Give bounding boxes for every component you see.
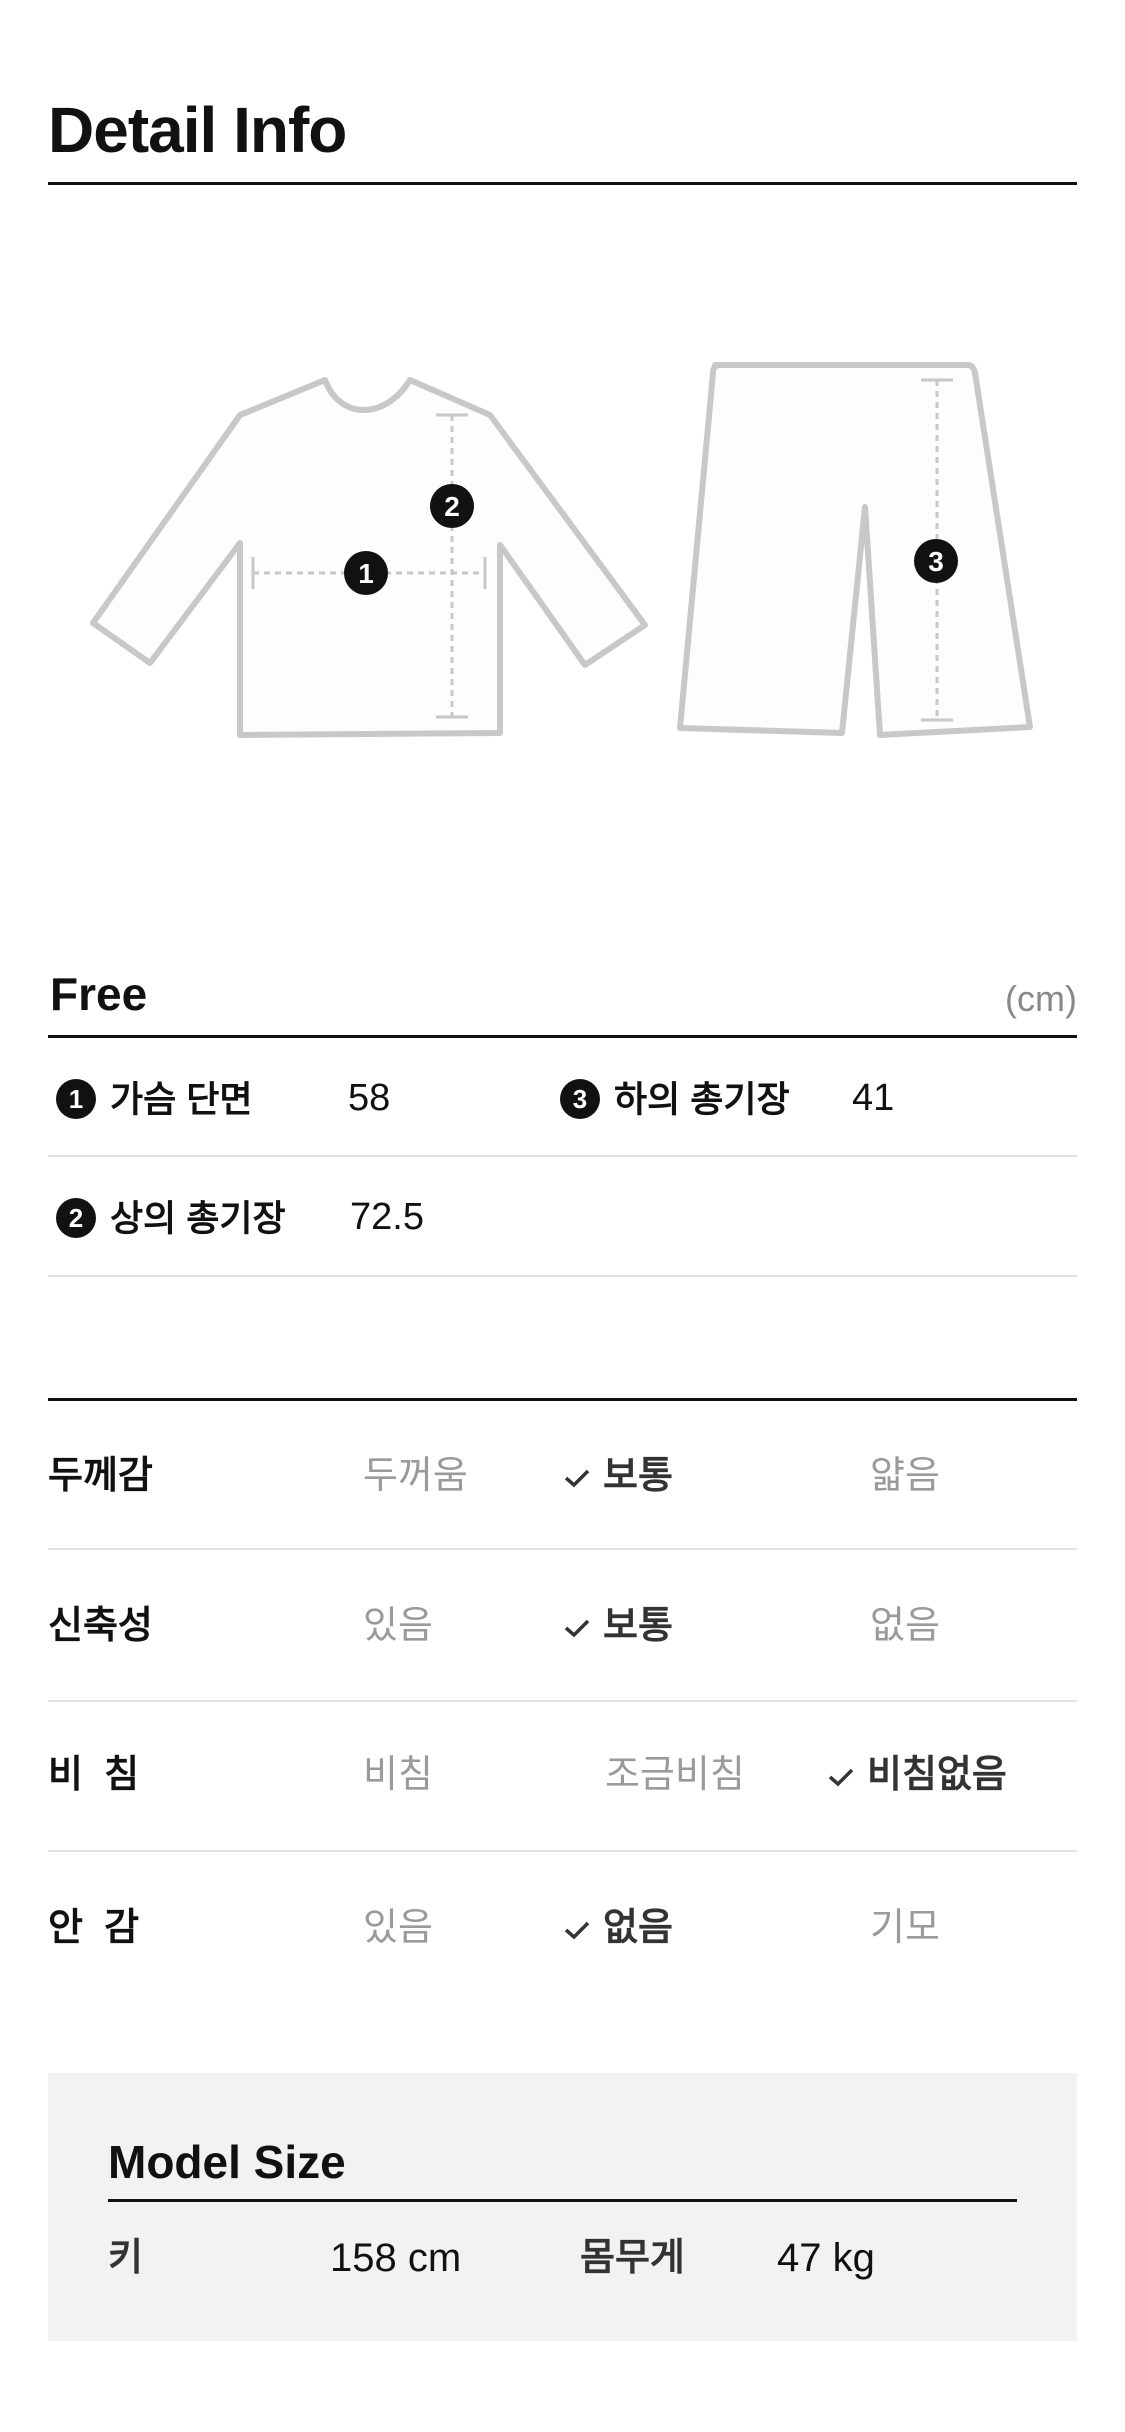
bottom-garment-illustration: [677, 362, 1033, 738]
option-brushed: 기모: [870, 1907, 940, 1949]
measurement-label-chest: 1 가슴 단면: [56, 1072, 252, 1124]
model-weight-label: 몸무게: [580, 2237, 685, 2279]
measurement-value-bottom-length: 41: [852, 1077, 895, 1119]
model-height-value: 158 cm: [330, 2236, 462, 2280]
row-divider: [48, 1155, 1077, 1157]
row-divider: [48, 1548, 1077, 1550]
measurement-value-chest: 58: [348, 1077, 391, 1119]
option-slightly-sheer: 조금비침: [605, 1754, 745, 1796]
measurement-label-top-length: 2 상의 총기장: [56, 1191, 286, 1243]
row-divider: [48, 1850, 1077, 1852]
size-diagram: 1 2 3: [90, 362, 1033, 738]
measurement-value-top-length: 72.5: [350, 1196, 424, 1238]
option-thin: 얇음: [870, 1455, 940, 1497]
model-weight-value: 47 kg: [777, 2236, 875, 2280]
marker-3: 3: [914, 539, 958, 583]
number-badge-icon: 2: [56, 1198, 96, 1239]
property-elasticity: 신축성: [48, 1605, 153, 1647]
option-thick: 두꺼움: [363, 1455, 468, 1497]
number-badge-icon: 1: [56, 1079, 96, 1120]
model-height-label: 키: [108, 2237, 143, 2279]
check-icon: [564, 1469, 590, 1488]
row-divider: [48, 1275, 1077, 1277]
marker-1: 1: [344, 551, 388, 595]
property-thickness: 두께감: [48, 1455, 153, 1497]
unit-label: (cm): [1005, 978, 1077, 1019]
property-lining: 안 감: [48, 1907, 140, 1949]
option-sheer: 비침: [363, 1754, 433, 1796]
svg-text:3: 3: [928, 546, 944, 577]
row-divider: [48, 1700, 1077, 1702]
size-table-divider: [48, 1035, 1077, 1038]
page-title: Detail Info: [48, 94, 347, 166]
model-size-panel: [48, 2073, 1077, 2341]
option-yes: 있음: [363, 1907, 433, 1949]
option-yes: 있음: [363, 1605, 433, 1647]
option-not-sheer-selected: 비침없음: [827, 1750, 1007, 1800]
property-sheerness: 비 침: [48, 1754, 140, 1796]
marker-2: 2: [430, 484, 474, 528]
option-normal-selected: 보통: [563, 1451, 673, 1501]
option-none-selected: 없음: [563, 1903, 673, 1953]
title-divider: [48, 182, 1077, 185]
check-icon: [828, 1768, 854, 1787]
properties-divider: [48, 1398, 1077, 1401]
check-icon: [564, 1921, 590, 1940]
model-size-title: Model Size: [108, 2136, 346, 2188]
option-normal-selected: 보통: [563, 1601, 673, 1651]
check-icon: [564, 1619, 590, 1638]
svg-text:1: 1: [358, 558, 374, 589]
option-none: 없음: [870, 1605, 940, 1647]
model-size-divider: [108, 2199, 1017, 2202]
measurement-label-bottom-length: 3 하의 총기장: [560, 1072, 790, 1124]
number-badge-icon: 3: [560, 1079, 600, 1120]
size-name: Free: [50, 968, 148, 1020]
svg-text:2: 2: [444, 491, 460, 522]
